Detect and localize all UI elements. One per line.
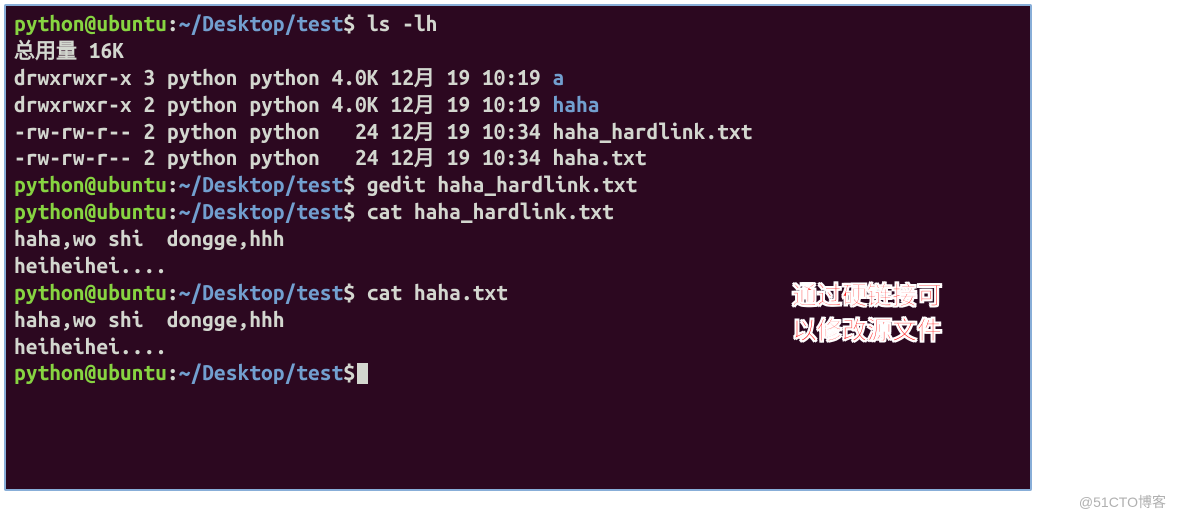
prompt-colon: :: [167, 172, 179, 196]
prompt-path: ~/Desktop/test: [179, 199, 344, 223]
prompt-path: ~/Desktop/test: [179, 172, 344, 196]
output-line: heiheihei....: [14, 252, 1022, 279]
cursor-icon: [357, 363, 368, 384]
prompt-colon: :: [167, 360, 179, 384]
command-text: cat haha.txt: [355, 280, 508, 304]
prompt-colon: :: [167, 199, 179, 223]
annotation-overlay: 通过硬链接可 以修改源文件: [792, 279, 942, 349]
terminal-line: python@ubuntu:~/Desktop/test$ gedit haha…: [14, 171, 1022, 198]
file-perms: drwxrwxr-x 3 python python 4.0K 12月 19 1…: [14, 65, 552, 89]
terminal-window[interactable]: python@ubuntu:~/Desktop/test$ ls -lh 总用量…: [4, 4, 1032, 491]
prompt-dollar: $: [343, 11, 355, 35]
output-line: haha,wo shi dongge,hhh: [14, 225, 1022, 252]
ls-entry: drwxrwxr-x 3 python python 4.0K 12月 19 1…: [14, 64, 1022, 91]
prompt-path: ~/Desktop/test: [179, 280, 344, 304]
prompt-user: python@ubuntu: [14, 280, 167, 304]
prompt-colon: :: [167, 11, 179, 35]
ls-entry: -rw-rw-r-- 2 python python 24 12月 19 10:…: [14, 144, 1022, 171]
watermark-text: @51CTO博客: [1079, 492, 1166, 512]
annotation-line: 通过硬链接可: [792, 279, 942, 314]
annotation-line: 以修改源文件: [792, 314, 942, 349]
prompt-user: python@ubuntu: [14, 11, 167, 35]
prompt-path: ~/Desktop/test: [179, 11, 344, 35]
command-text: ls -lh: [355, 11, 437, 35]
command-text: gedit haha_hardlink.txt: [355, 172, 637, 196]
terminal-line: python@ubuntu:~/Desktop/test$: [14, 359, 1022, 386]
prompt-user: python@ubuntu: [14, 172, 167, 196]
prompt-dollar: $: [343, 199, 355, 223]
prompt-user: python@ubuntu: [14, 360, 167, 384]
prompt-user: python@ubuntu: [14, 199, 167, 223]
terminal-line: python@ubuntu:~/Desktop/test$ ls -lh: [14, 10, 1022, 37]
prompt-path: ~/Desktop/test: [179, 360, 344, 384]
prompt-colon: :: [167, 280, 179, 304]
command-text: cat haha_hardlink.txt: [355, 199, 614, 223]
ls-entry: -rw-rw-r-- 2 python python 24 12月 19 10:…: [14, 118, 1022, 145]
dir-name: a: [552, 65, 564, 89]
terminal-line: python@ubuntu:~/Desktop/test$ cat haha_h…: [14, 198, 1022, 225]
ls-entry: drwxrwxr-x 2 python python 4.0K 12月 19 1…: [14, 91, 1022, 118]
prompt-dollar: $: [343, 172, 355, 196]
prompt-dollar: $: [343, 280, 355, 304]
file-perms: drwxrwxr-x 2 python python 4.0K 12月 19 1…: [14, 92, 552, 116]
dir-name: haha: [552, 92, 599, 116]
prompt-dollar: $: [343, 360, 355, 384]
output-total: 总用量 16K: [14, 37, 1022, 64]
